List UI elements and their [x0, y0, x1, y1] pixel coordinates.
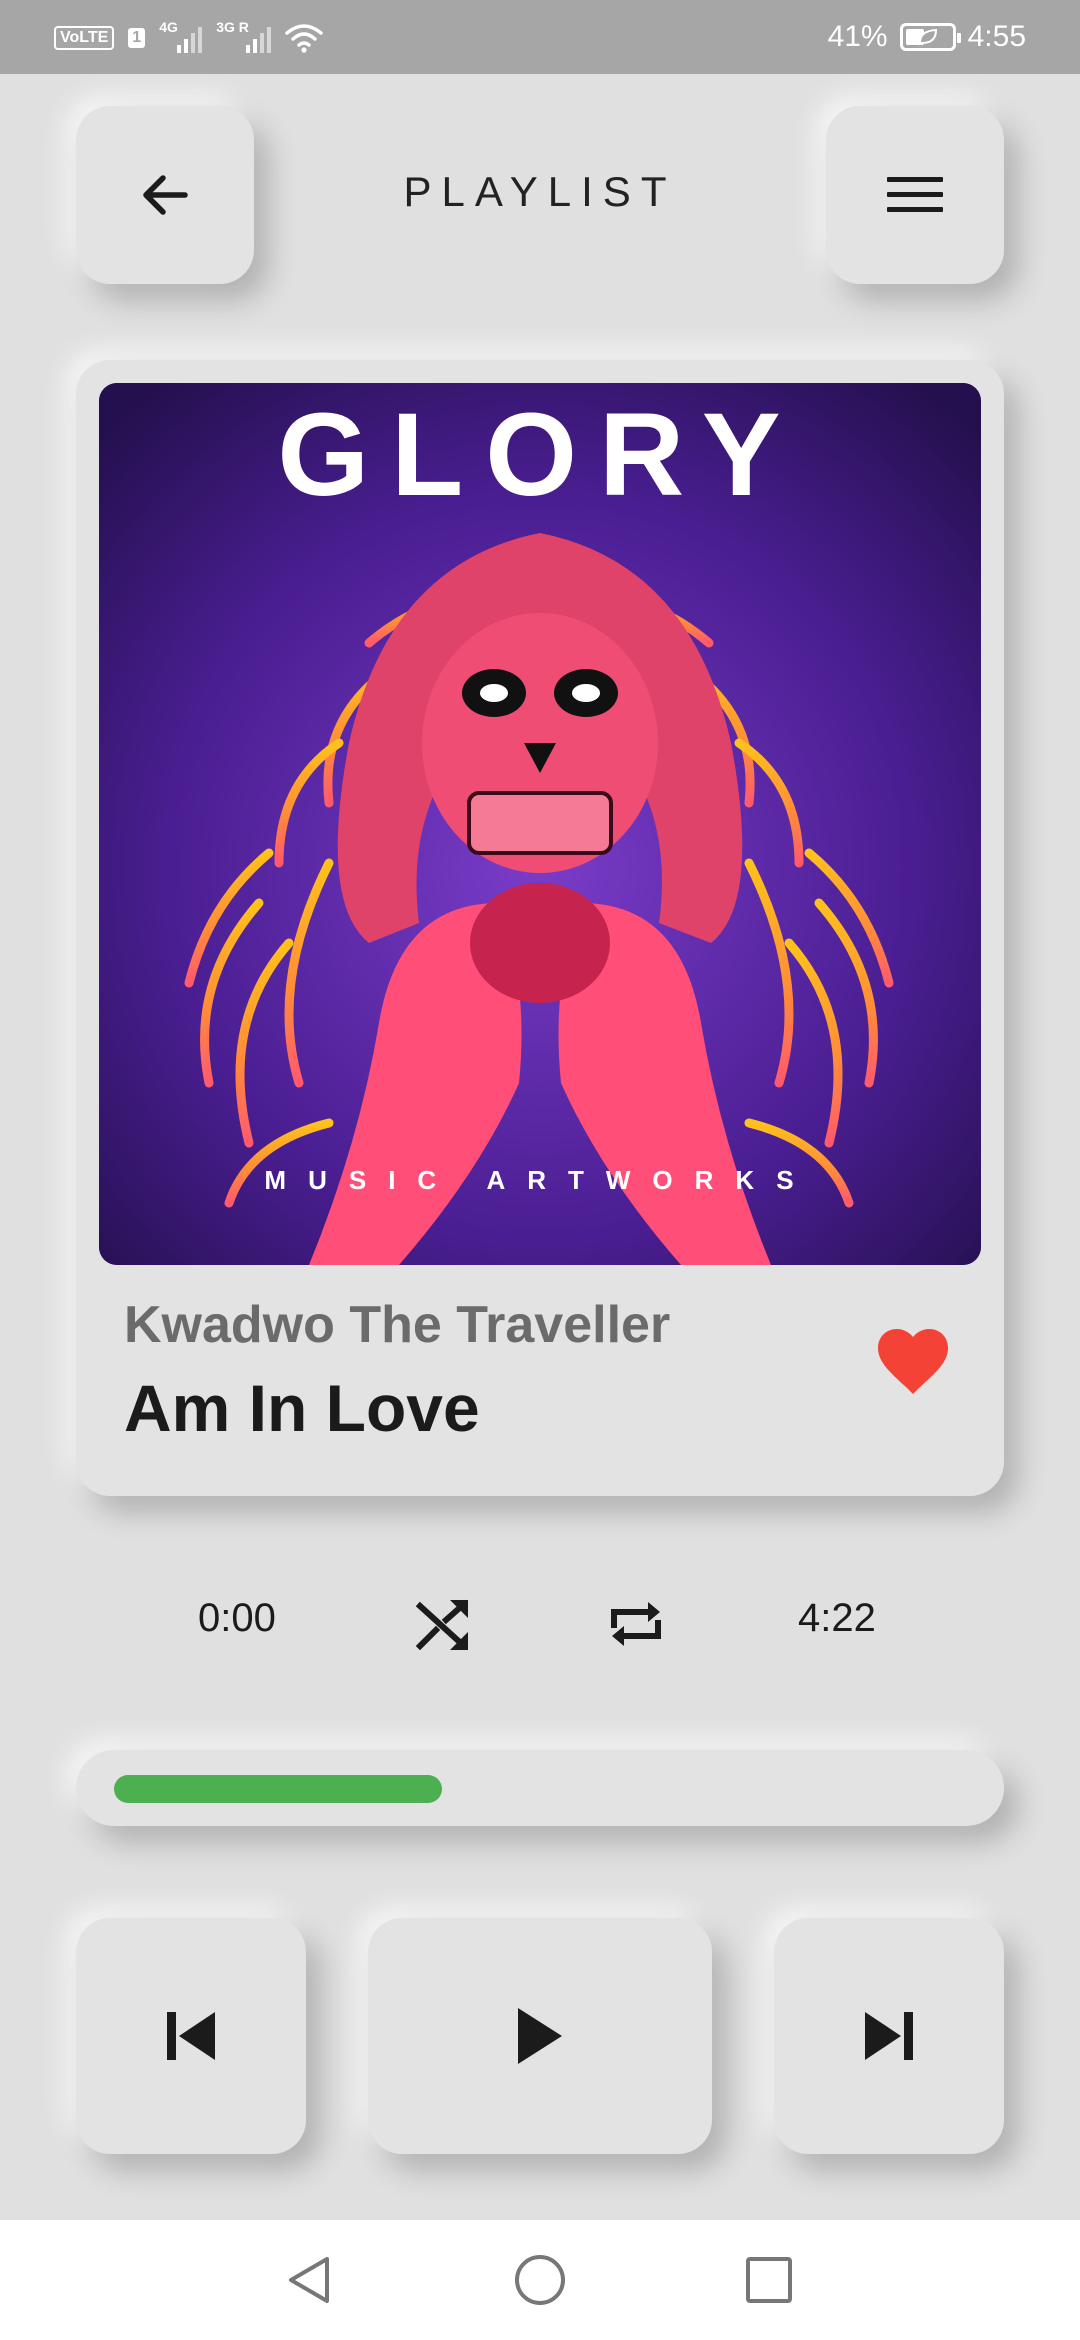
- battery-percent: 41%: [827, 20, 888, 53]
- previous-button[interactable]: [76, 1918, 306, 2154]
- progress-bar[interactable]: [76, 1750, 1004, 1826]
- play-icon: [518, 2008, 562, 2064]
- skip-next-icon: [865, 2012, 913, 2060]
- shuffle-icon[interactable]: [412, 1592, 476, 1656]
- sim-badge: 1: [128, 28, 146, 48]
- play-button[interactable]: [368, 1918, 712, 2154]
- duration: 4:22: [798, 1596, 876, 1640]
- leaf-icon: [918, 28, 937, 46]
- menu-button[interactable]: [826, 106, 1004, 284]
- signal-icon-1: 4G: [159, 19, 203, 53]
- nav-recents-icon[interactable]: [744, 2255, 794, 2305]
- back-button[interactable]: [76, 106, 254, 284]
- page-title: PLAYLIST: [403, 168, 677, 215]
- nav-back-icon[interactable]: [283, 2253, 337, 2307]
- status-bar: VoLTE 1 4G 3G R 41% 4:55: [0, 0, 1080, 74]
- artwork-subtitle: MUSIC ARTWORKS: [264, 1165, 815, 1195]
- current-time: 0:00: [198, 1596, 276, 1640]
- status-bar-right: 41% 4:55: [828, 16, 1026, 58]
- music-player-screen: VoLTE 1 4G 3G R 41% 4:55 PLAYLIST GLORY …: [0, 0, 1080, 2340]
- battery-icon: [899, 23, 961, 51]
- skip-previous-icon: [167, 2012, 215, 2060]
- signal-icon-2: 3G R: [216, 19, 272, 53]
- clock: 4:55: [967, 20, 1026, 53]
- wifi-icon: [285, 24, 323, 53]
- heart-icon[interactable]: [876, 1328, 950, 1398]
- network-type-2: 3G R: [216, 19, 249, 35]
- repeat-icon[interactable]: [604, 1592, 668, 1656]
- hamburger-menu-icon: [887, 177, 943, 212]
- album-artwork: GLORY MUSIC ARTWORKS: [99, 383, 981, 1265]
- network-type-1: 4G: [159, 19, 178, 35]
- progress-fill: [114, 1775, 442, 1803]
- system-nav-bar: [0, 2220, 1080, 2340]
- status-bar-left: VoLTE 1 4G 3G R: [54, 18, 323, 58]
- nav-home-icon[interactable]: [513, 2253, 567, 2307]
- now-playing-card: GLORY MUSIC ARTWORKS Kwadwo The Travelle…: [76, 360, 1004, 1496]
- artwork-illustration: GLORY MUSIC ARTWORKS: [99, 383, 981, 1265]
- artwork-title: GLORY: [277, 389, 802, 521]
- artist-name: Kwadwo The Traveller: [124, 1296, 671, 1354]
- song-title: Am In Love: [124, 1371, 480, 1445]
- volte-badge: VoLTE: [54, 26, 115, 50]
- arrow-left-icon: [143, 175, 188, 215]
- next-button[interactable]: [774, 1918, 1004, 2154]
